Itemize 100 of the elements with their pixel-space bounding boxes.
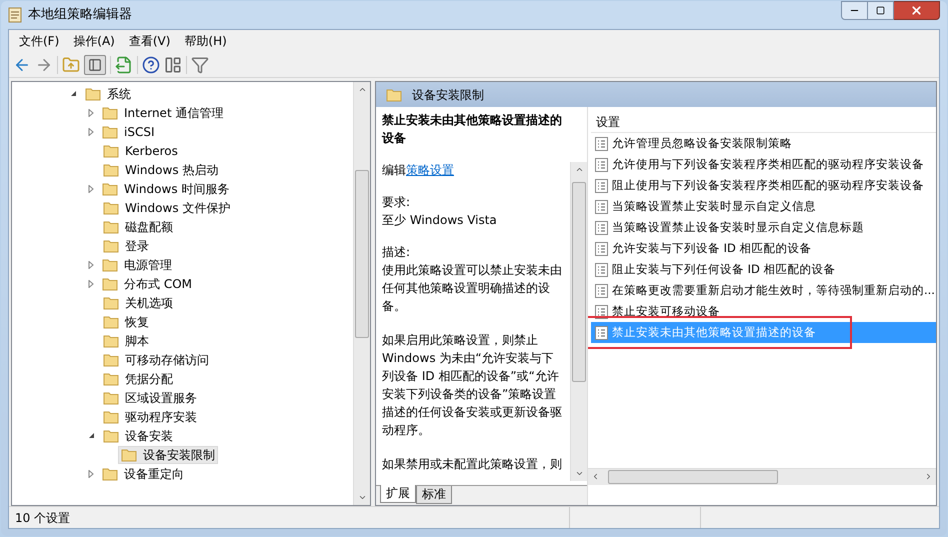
policy-settings-link[interactable]: 策略设置 [406,161,454,179]
filter-icon[interactable] [191,56,209,74]
scroll-up-icon[interactable] [575,165,584,174]
tree-item[interactable]: 系统 [82,84,134,102]
tree-item[interactable]: 登录 [100,236,152,254]
setting-item[interactable]: 允许管理员忽略设备安装限制策略 [591,133,936,154]
folder-icon [103,334,119,348]
horizontal-scrollbar[interactable] [588,468,936,485]
close-button[interactable] [894,1,940,20]
description-paragraph: 如果启用此策略设置，则禁止 Windows 为未由“允许安装与下列设备 ID 相匹配的设备”或“允许安装下列设备类的设备”策略设置描述的任何设备安装或更新设备驱动程序。 [382,332,563,439]
folder-icon [103,162,119,176]
folder-icon [103,314,119,328]
maximize-button[interactable] [868,1,894,20]
export-list-icon[interactable] [115,56,133,74]
description-paragraph: 使用此策略设置可以禁止安装未由任何其他策略设置明确描述的设备。 [382,262,563,315]
folder-icon [103,372,119,386]
tree-item[interactable]: 凭据分配 [100,370,176,388]
tree-item[interactable]: 电源管理 [99,256,175,274]
policy-icon [595,262,608,276]
tree-item[interactable]: Kerberos [100,142,181,160]
tree-item[interactable]: Windows 热启动 [100,160,222,178]
scroll-thumb[interactable] [572,182,586,382]
expand-arrow-icon[interactable] [88,280,94,288]
setting-item[interactable]: 阻止使用与下列设备安装程序类相匹配的驱动程序安装设备 [591,175,936,196]
folder-icon [102,106,118,120]
tree-item[interactable]: 设备重定向 [99,464,187,482]
setting-item[interactable]: 当策略设置禁止安装时显示自定义信息 [591,196,936,217]
expand-arrow-icon[interactable] [88,128,94,136]
scroll-down-icon[interactable] [358,493,367,502]
column-header[interactable]: 设置 [591,111,936,133]
view-tab[interactable]: 扩展 [380,485,416,503]
folder-icon [102,124,118,138]
folder-icon [102,276,118,290]
scroll-right-icon[interactable] [924,472,933,481]
policy-icon [595,200,608,214]
panel-icon [88,58,102,72]
policy-icon [595,284,608,298]
tree-item[interactable]: Windows 文件保护 [100,198,234,216]
policy-heading: 禁止安装未由其他策略设置描述的设备 [382,112,563,147]
tree-item[interactable]: 脚本 [100,332,152,350]
maximize-icon [876,6,885,15]
setting-item[interactable]: 允许安装与下列设备 ID 相匹配的设备 [591,238,936,259]
folder-icon [103,352,119,366]
app-icon [8,7,22,23]
tree-item[interactable]: Windows 时间服务 [99,180,232,198]
expand-arrow-icon[interactable] [88,470,94,478]
status-text: 10 个设置 [14,510,72,526]
menu-item[interactable]: 查看(V) [122,32,176,50]
scroll-down-icon[interactable] [575,469,584,478]
requirement-text: 至少 Windows Vista [382,212,498,229]
requirement-label: 要求: [382,194,412,211]
tree-item[interactable]: 恢复 [100,312,152,330]
collapse-arrow-icon[interactable] [70,90,77,97]
description-paragraph: 如果禁用或未配置此策略设置，则 [382,456,563,473]
scroll-up-icon[interactable] [358,85,367,94]
scroll-thumb[interactable] [355,170,369,338]
expand-arrow-icon[interactable] [88,260,94,268]
folder-icon [121,448,137,462]
folder-icon [103,238,119,252]
folder-icon [386,88,402,102]
vertical-scrollbar[interactable] [570,162,587,481]
tree-item[interactable]: 区域设置服务 [100,388,200,406]
tree-item[interactable]: 驱动程序安装 [100,408,200,426]
menu-item[interactable]: 文件(F) [13,32,66,50]
tree-item[interactable]: 可移动存储访问 [100,350,212,368]
tree-item[interactable]: iSCSI [99,122,158,140]
tree-item[interactable]: 设备安装 [100,426,176,444]
tree-item[interactable]: 设备安装限制 [118,446,218,464]
setting-item[interactable]: 禁止安装可移动设备 [591,301,936,322]
setting-item[interactable]: 阻止安装与下列任何设备 ID 相匹配的设备 [591,259,936,280]
tree-toggle-button[interactable] [84,54,106,74]
folder-up-icon[interactable] [62,56,80,74]
setting-item[interactable]: 当策略设置禁止设备安装时显示自定义信息标题 [591,217,936,238]
help-icon[interactable] [142,56,160,74]
folder-icon [85,86,101,100]
expand-arrow-icon[interactable] [88,108,94,116]
tree-item[interactable]: 关机选项 [100,294,176,312]
tree-item[interactable]: Internet 通信管理 [99,104,226,122]
menu-item[interactable]: 操作(A) [67,32,121,50]
policy-icon [595,326,608,340]
policy-icon [595,158,608,172]
tree-item[interactable]: 磁盘配额 [100,218,176,236]
setting-item[interactable]: 在策略更改需要重新启动才能生效时，等待强制重新启动的... [591,280,936,301]
folder-icon [102,182,118,196]
policy-icon [595,242,608,256]
panel-view-icon[interactable] [164,56,182,74]
folder-icon [103,410,119,424]
tree-item[interactable]: 分布式 COM [99,274,195,292]
view-tab[interactable]: 标准 [416,486,452,504]
scroll-left-icon[interactable] [591,472,600,481]
folder-header: 设备安装限制 [376,82,936,107]
vertical-scrollbar[interactable] [353,82,370,505]
menu-item[interactable]: 帮助(H) [178,32,233,50]
scroll-thumb[interactable] [608,470,778,484]
folder-icon [103,390,119,404]
policy-icon [595,178,608,192]
policy-icon [595,136,608,150]
expand-arrow-icon[interactable] [88,184,94,192]
setting-item[interactable]: 允许使用与下列设备安装程序类相匹配的驱动程序安装设备 [591,154,936,175]
collapse-arrow-icon[interactable] [88,432,95,439]
